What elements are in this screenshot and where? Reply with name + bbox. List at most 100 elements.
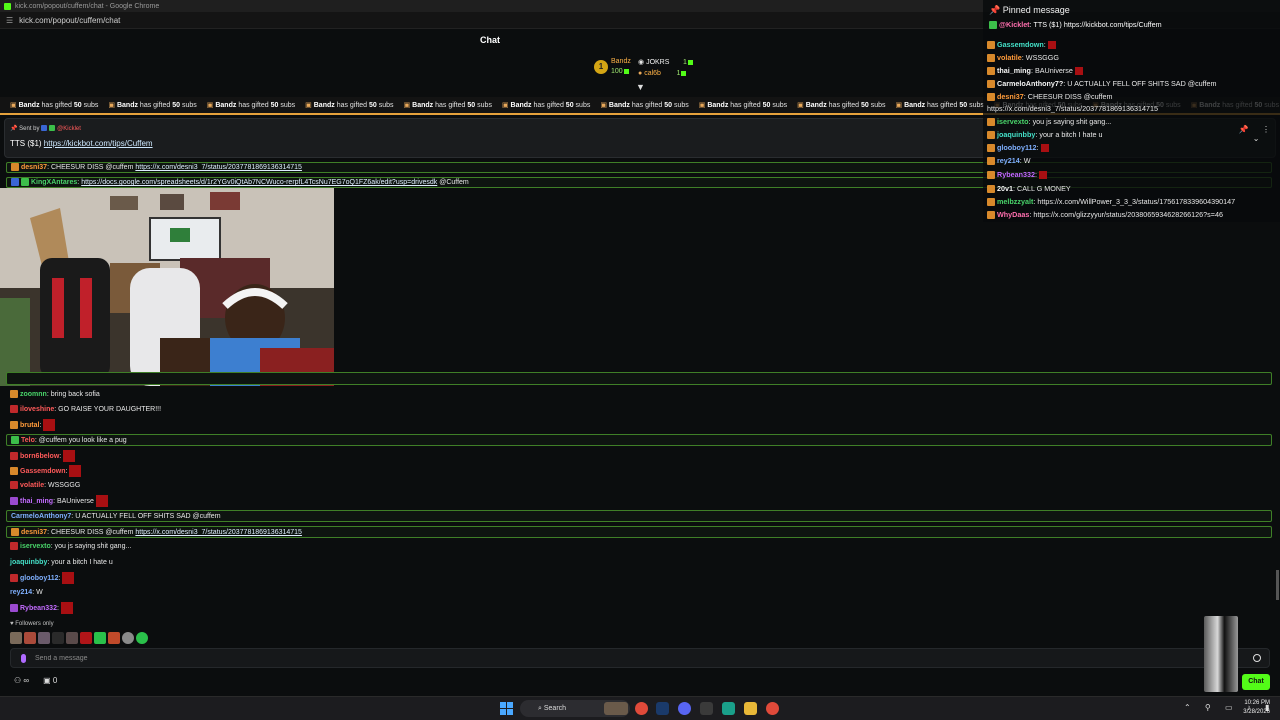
chat-username[interactable]: zoomnn — [20, 391, 47, 398]
chat-message[interactable]: zoomnn: bring back sofia — [10, 389, 100, 401]
chat-username[interactable]: thai_ming — [20, 498, 53, 505]
overlay-pin-controls[interactable]: 📌 ⋮ ⌄ — [1239, 125, 1270, 143]
emote-icon — [69, 465, 82, 477]
chat-username[interactable]: Gassemdown — [20, 468, 66, 475]
user-badge-icon — [987, 41, 995, 50]
chat-message[interactable]: volatile: WSSGGG — [10, 480, 80, 492]
chat-username[interactable]: glooboy112 — [20, 575, 59, 582]
overlay-text: U ACTUALLY FELL OFF SHITS SAD — [1067, 79, 1186, 88]
user-badge-icon — [11, 436, 19, 445]
chat-message[interactable]: iservexto: you js saying shit gang... — [10, 541, 131, 553]
emote-icon[interactable] — [10, 632, 22, 644]
chat-text: you js saying shit gang... — [54, 543, 132, 550]
chat-username[interactable]: KingXAntares — [31, 179, 77, 186]
emote-icon[interactable] — [38, 632, 50, 644]
app-icon[interactable] — [722, 702, 735, 715]
widget-icon[interactable] — [604, 702, 628, 715]
chat-message[interactable]: Telo: @cuffem you look like a pug — [6, 434, 1272, 446]
user-badge-icon — [10, 497, 18, 505]
emoji-picker-icon[interactable] — [1253, 654, 1261, 662]
chat-username[interactable]: iloveshine — [20, 406, 54, 413]
emote-icon[interactable] — [136, 632, 148, 644]
chat-message[interactable]: brutal: — [10, 419, 56, 431]
user-badge-icon — [987, 80, 995, 89]
emote-icon[interactable] — [122, 632, 134, 644]
emote-icon — [1040, 144, 1049, 153]
chat-text: your a bitch I hate u — [51, 559, 113, 566]
file-explorer-icon[interactable] — [744, 702, 757, 715]
windows-start-icon[interactable] — [500, 702, 513, 715]
gift-box-icon: ▣ — [403, 102, 411, 109]
chat-text: CHEESUR DISS @cuffem — [50, 529, 134, 536]
emote-icon[interactable] — [52, 632, 64, 644]
viewer-count[interactable]: ⚇ ∞ — [14, 676, 29, 685]
overlay-text: WSSGGG — [1025, 53, 1059, 62]
chat-send-button[interactable]: Chat — [1242, 674, 1270, 690]
chat-username[interactable]: rey214 — [10, 589, 32, 596]
quick-emote-row[interactable] — [10, 632, 148, 644]
user-badge-icon — [987, 185, 995, 194]
chat-username[interactable]: iservexto — [20, 543, 51, 550]
taskbar-clock[interactable]: 10:26 PM 3/28/2026 — [1243, 699, 1270, 717]
microphone-icon[interactable] — [21, 654, 26, 663]
chat-username[interactable]: Rybean332 — [20, 605, 57, 612]
chrome-icon[interactable] — [635, 702, 648, 715]
chat-username[interactable]: CarmeloAnthony7 — [11, 513, 71, 520]
chat-username[interactable]: volatile — [20, 482, 44, 489]
chat-header-title: Chat — [480, 35, 500, 45]
chat-scrollbar[interactable] — [1276, 570, 1279, 600]
overlay-chat-line: desni37: CHEESUR DISS @cuffem — [987, 92, 1113, 102]
user-badge-icon — [987, 211, 995, 220]
ticker-item: ▣ Bandz has gifted 50 subs — [305, 102, 394, 109]
emote-icon[interactable] — [94, 632, 106, 644]
chat-username[interactable]: joaquinbby — [10, 559, 47, 566]
emote-icon[interactable] — [108, 632, 120, 644]
chat-message[interactable]: joaquinbby: your a bitch I hate u — [10, 557, 113, 569]
emote-icon — [43, 419, 56, 431]
overlay-text: CHEESUR DISS @cuffem — [1027, 92, 1113, 101]
discord-icon[interactable] — [678, 702, 691, 715]
chat-message[interactable]: desni37: CHEESUR DISS @cuffem https://x.… — [6, 526, 1272, 538]
chat-text: U ACTUALLY FELL OFF SHITS SAD — [75, 513, 191, 520]
overlay-chat-line: glooboy112: — [987, 143, 1049, 153]
chat-text: WSSGGG — [48, 482, 81, 489]
chat-message[interactable]: Rybean332: — [10, 602, 73, 614]
windows-taskbar: ⌕ Search ⌃ ⚲ ▭ ♪ ▮ 10:26 PM 3/28/2026 — [0, 696, 1280, 720]
emote-icon[interactable] — [66, 632, 78, 644]
chat-message[interactable]: CarmeloAnthony7: U ACTUALLY FELL OFF SHI… — [6, 510, 1272, 522]
pinned-message-link[interactable]: https://kickbot.com/tips/Cuffem — [44, 139, 153, 148]
steam-icon[interactable] — [656, 702, 669, 715]
gift-count[interactable]: ▣ 0 — [43, 676, 57, 685]
overlay-text: W — [1023, 156, 1031, 165]
emote-icon — [1074, 67, 1083, 76]
pinned-overlay-title: 📌 Pinned message — [989, 5, 1070, 15]
app-icon[interactable] — [700, 702, 713, 715]
chat-username[interactable]: born6below — [20, 453, 59, 460]
chat-message[interactable]: iloveshine: GO RAISE YOUR DAUGHTER!!! — [10, 404, 161, 416]
chat-message[interactable]: born6below: — [10, 450, 76, 462]
emote-icon[interactable] — [24, 632, 36, 644]
chat-message[interactable]: rey214: W — [10, 587, 43, 599]
gift-box-icon: ▣ — [600, 102, 607, 109]
user-badge-icon — [10, 574, 18, 582]
expand-leaderboard-icon[interactable]: ▼ — [636, 82, 645, 92]
chat-message[interactable]: glooboy112: — [10, 572, 75, 584]
site-info-icon[interactable]: ☰ — [6, 16, 13, 25]
user-badge-icon — [10, 467, 18, 475]
chat-input-bar[interactable] — [10, 648, 1270, 668]
emote-icon[interactable] — [80, 632, 92, 644]
chat-message-input[interactable] — [35, 652, 1235, 665]
chat-username[interactable]: desni37 — [21, 164, 47, 171]
chat-text: @cuffem you look like a pug — [38, 437, 127, 444]
chat-message[interactable]: thai_ming: BAUniverse — [10, 495, 108, 507]
chat-username[interactable]: Telo — [21, 437, 35, 444]
chat-username[interactable]: desni37 — [21, 529, 47, 536]
overlay-username: iservexto — [997, 117, 1029, 126]
chrome-icon[interactable] — [766, 702, 779, 715]
moderator-badge-icon — [11, 178, 19, 187]
emote-icon — [1047, 41, 1056, 50]
chat-username[interactable]: brutal — [20, 422, 39, 429]
chat-message[interactable]: Gassemdown: — [10, 465, 82, 477]
url-text[interactable]: kick.com/popout/cuffem/chat — [19, 16, 120, 25]
chat-link[interactable]: https://x.com/desni3_7/status/2037781869… — [135, 529, 302, 536]
